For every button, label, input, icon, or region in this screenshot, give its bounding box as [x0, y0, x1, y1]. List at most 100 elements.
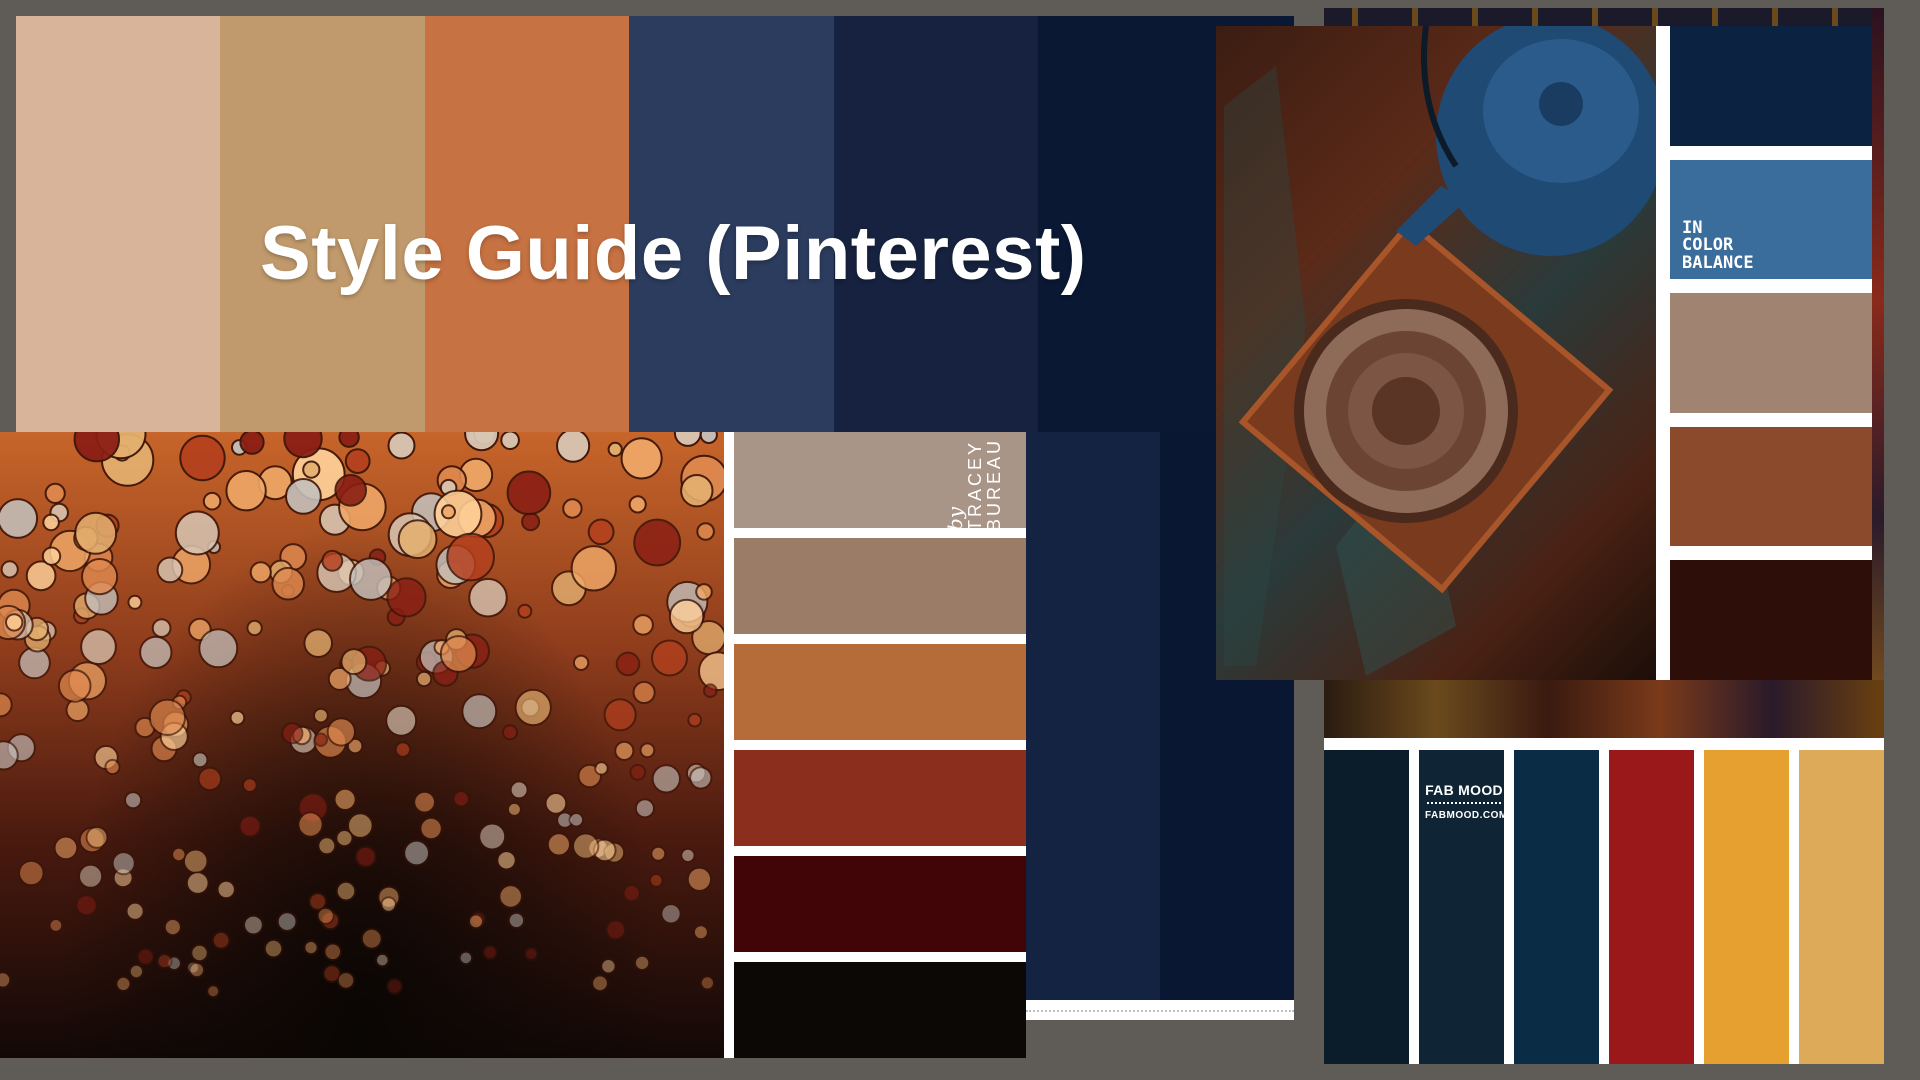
palette-strip-footer	[1026, 1000, 1294, 1020]
fluid-cell	[0, 560, 19, 579]
fluid-cell	[246, 619, 263, 637]
fluid-cell	[0, 971, 12, 989]
fluid-cell	[124, 791, 143, 810]
fluid-cell	[452, 790, 470, 808]
fluid-cell	[302, 460, 321, 479]
fluid-cell	[591, 974, 609, 993]
fluid-cell	[80, 628, 117, 666]
fluid-cell	[85, 825, 109, 849]
fluid-cell	[44, 482, 66, 505]
teapot-palette-swatch-2: IN COLOR BALANCE	[1670, 159, 1872, 280]
fluid-cell	[468, 913, 484, 930]
fluid-cell	[415, 670, 433, 688]
fluid-cell	[651, 764, 681, 794]
fluid-cell	[680, 474, 714, 508]
fluid-cell	[603, 698, 637, 732]
fluid-art-image	[0, 432, 724, 1058]
fluid-cell	[74, 511, 118, 555]
fluid-cell	[148, 698, 187, 736]
teapot-palette-swatch-1	[1670, 26, 1872, 146]
fluid-cell	[182, 848, 209, 875]
fluid-cell	[303, 628, 334, 658]
teapot	[1396, 26, 1656, 256]
fabmood-palette-swatch-3	[1514, 750, 1599, 1064]
fluid-cell	[639, 742, 656, 759]
fluid-cell	[680, 847, 696, 864]
fluid-cell	[461, 693, 498, 730]
fluid-cell	[607, 441, 623, 457]
fluid-cell	[633, 954, 651, 972]
fabmood-palette-swatch-5	[1704, 750, 1789, 1064]
fluid-cell	[171, 846, 187, 863]
fluid-cell	[297, 811, 324, 838]
fluid-cell	[48, 918, 64, 933]
fluid-cell	[387, 432, 416, 460]
fluid-cell	[156, 556, 184, 584]
fluid-cell	[464, 432, 500, 452]
fluid-cell	[544, 792, 568, 815]
fluid-cell	[587, 518, 615, 546]
fluid-cell	[323, 942, 343, 962]
fluid-cell	[556, 432, 591, 463]
tracey-bureau-credit: by TRACEY BUREAU	[943, 438, 1004, 531]
fluid-cell	[614, 740, 635, 761]
fluid-palette-swatch-1: by TRACEY BUREAU	[734, 432, 1026, 531]
fluid-cell	[648, 873, 664, 888]
fluid-cell	[206, 984, 221, 999]
fluid-cell	[622, 883, 641, 903]
fluid-cell	[238, 814, 262, 838]
fluid-cell	[468, 577, 508, 618]
fluid-cell	[271, 566, 306, 601]
fluid-cell	[507, 911, 526, 930]
fluid-cell	[403, 839, 431, 867]
fluid-cell	[53, 835, 79, 861]
fluid-cell	[316, 906, 335, 925]
fluid-cell	[506, 801, 522, 817]
fluid-cell	[441, 504, 456, 520]
page-title: Style Guide (Pinterest)	[260, 211, 1087, 296]
fluid-cell	[600, 958, 617, 975]
fluid-cell	[458, 950, 474, 966]
teapot-palette-swatch-4	[1670, 426, 1872, 547]
fabmood-site: FABMOOD.COM	[1425, 810, 1508, 821]
fabmood-logo-text: FAB MOOD	[1425, 782, 1503, 798]
fluid-cell	[198, 628, 239, 669]
fabmood-logo: FAB MOOD FABMOOD.COM	[1425, 782, 1508, 821]
fluid-cell	[104, 758, 121, 776]
bowl	[1294, 299, 1518, 523]
fabmood-palette-swatch-2: FAB MOOD FABMOOD.COM	[1419, 750, 1508, 1064]
fluid-cell	[127, 594, 143, 610]
fabmood-palette-swatch-6	[1799, 750, 1884, 1064]
fluid-cell	[202, 491, 222, 511]
fluid-cell	[500, 432, 520, 450]
fabmood-palette-swatch-4	[1609, 750, 1694, 1064]
fluid-cell	[229, 709, 246, 726]
fluid-cell	[334, 474, 368, 507]
fluid-cell	[326, 717, 356, 747]
fluid-cell	[572, 654, 590, 672]
fluid-cell	[243, 914, 264, 936]
fluid-cell	[241, 777, 258, 794]
fluid-cell	[42, 513, 60, 532]
teapot-illustration	[1224, 26, 1656, 676]
fluid-cell	[313, 707, 329, 724]
in-color-balance-line-3: BALANCE	[1682, 253, 1754, 274]
fluid-cell	[632, 614, 654, 636]
fluid-cell	[188, 961, 206, 979]
top-palette-lower-swatch-1	[1026, 432, 1160, 1004]
fluid-cell	[115, 975, 132, 993]
fluid-cell	[660, 903, 682, 925]
fluid-cell	[81, 558, 119, 596]
fluid-cell	[41, 546, 62, 566]
fluid-cell	[338, 432, 360, 448]
fluid-cell	[568, 812, 585, 828]
fluid-cell	[562, 498, 583, 519]
fluid-cell	[185, 871, 210, 895]
fluid-cell	[111, 851, 136, 876]
fluid-cell	[696, 522, 715, 541]
fluid-cell	[125, 901, 145, 921]
fluid-cell	[695, 583, 713, 601]
fluid-cell	[478, 822, 507, 851]
fluid-cell	[78, 863, 104, 889]
fluid-cell	[628, 495, 647, 514]
